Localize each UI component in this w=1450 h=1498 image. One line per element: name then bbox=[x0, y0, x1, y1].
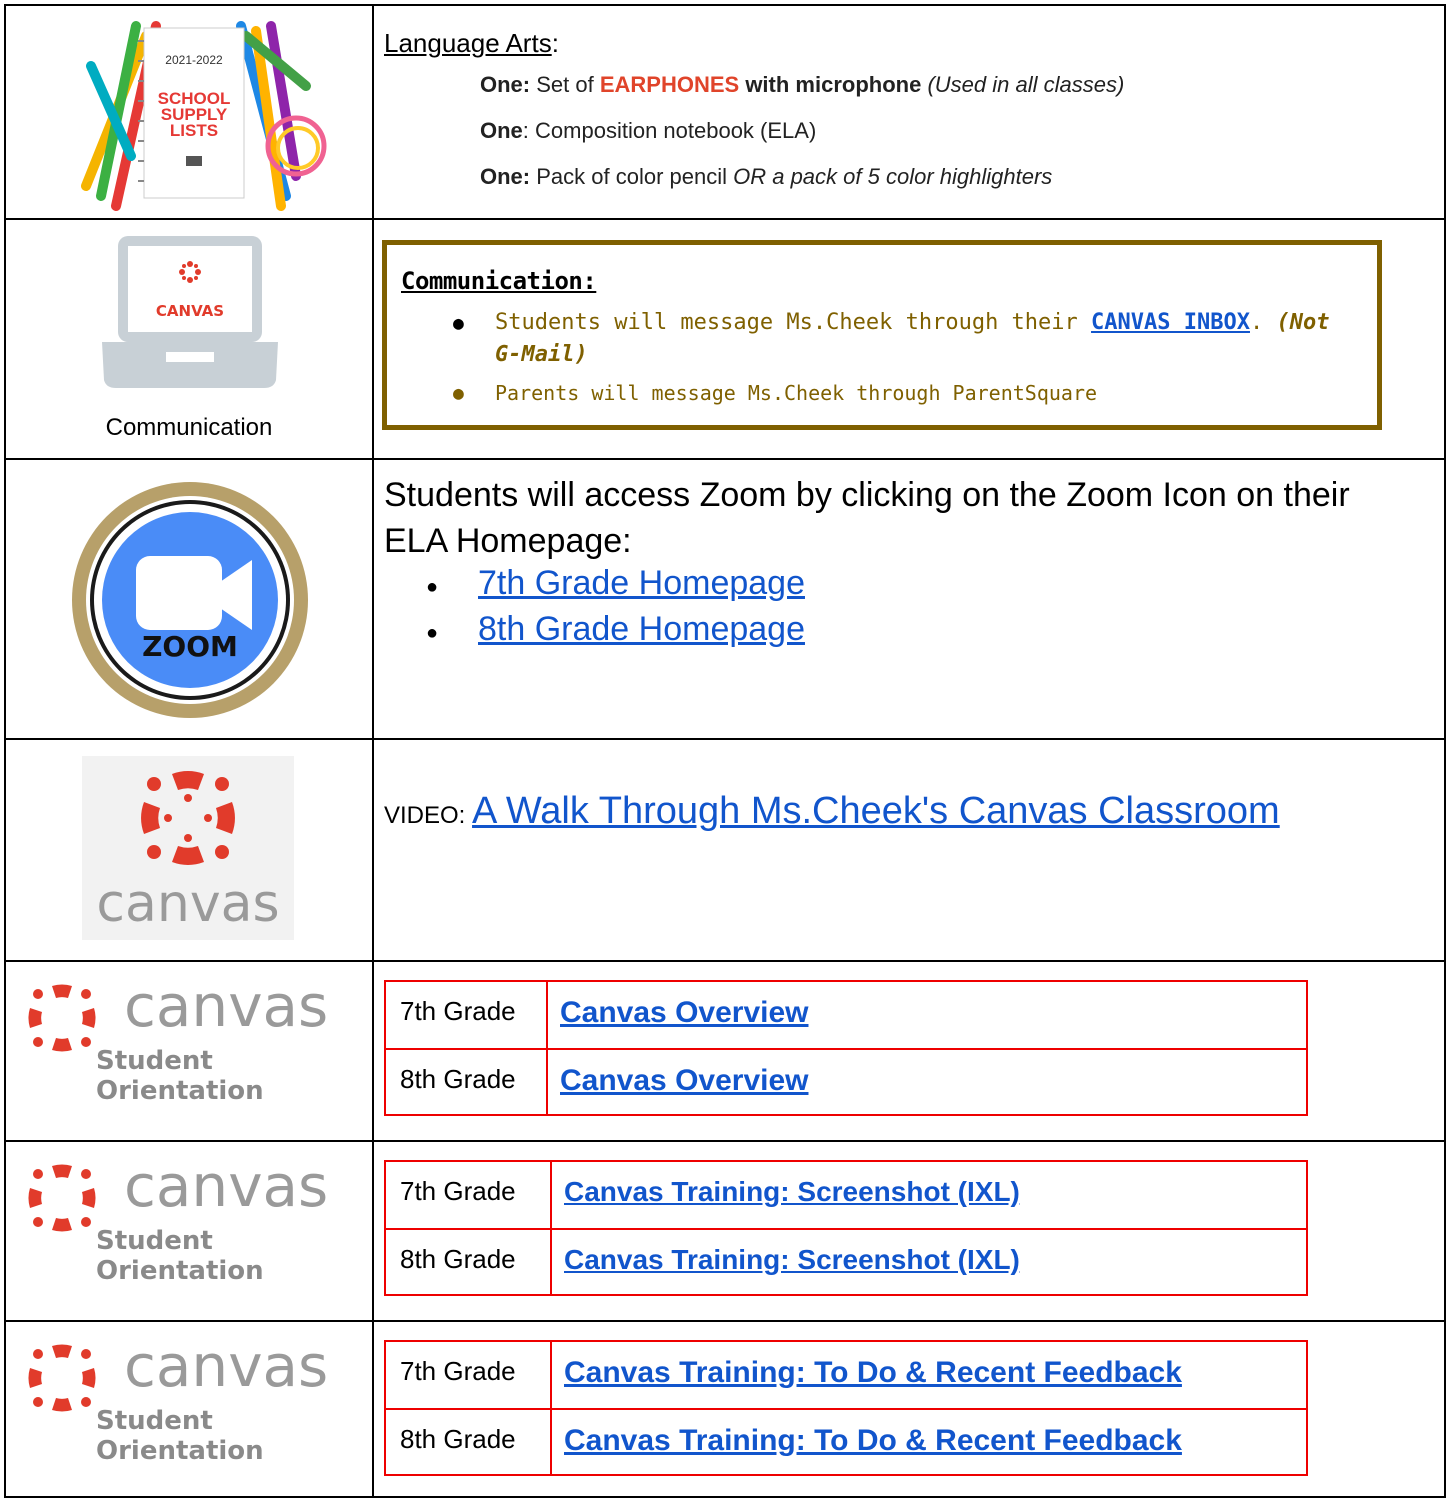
communication-title: Communication: bbox=[401, 267, 597, 295]
bullet-icon: ● bbox=[453, 313, 464, 334]
row-zoom: ZOOM Students will access Zoom by clicki… bbox=[6, 458, 1444, 738]
grade-link-cell: Canvas Training: To Do & Recent Feedback bbox=[552, 1410, 1306, 1474]
grade-row: 8th Grade Canvas Training: Screenshot (I… bbox=[386, 1228, 1306, 1294]
grade-label: 8th Grade bbox=[386, 1410, 552, 1474]
supply-table: 2021-2022 SCHOOL SUPPLY LISTS Language A… bbox=[4, 4, 1446, 1498]
todo-cell: 7th Grade Canvas Training: To Do & Recen… bbox=[374, 1322, 1444, 1496]
overview-cell: 7th Grade Canvas Overview 8th Grade Canv… bbox=[374, 962, 1444, 1140]
grade-link-cell: Canvas Training: To Do & Recent Feedback bbox=[552, 1342, 1306, 1408]
orientation-logo-cell: canvas Student Orientation bbox=[6, 962, 374, 1140]
canvas-todo-7th-link[interactable]: Canvas Training: To Do & Recent Feedback bbox=[564, 1356, 1182, 1389]
row-communication: CANVAS Communication Communication: ● St… bbox=[6, 218, 1444, 458]
communication-image-cell: CANVAS Communication bbox=[6, 220, 374, 458]
grade-row: 7th Grade Canvas Training: To Do & Recen… bbox=[386, 1342, 1306, 1408]
video-line: VIDEO: A Walk Through Ms.Cheek's Canvas … bbox=[384, 790, 1280, 832]
orientation-logo-cell: canvas Student Orientation bbox=[6, 1322, 374, 1496]
language-arts-cell: Language Arts: One: Set of EARPHONES wit… bbox=[374, 6, 1444, 218]
canvas-logo-word: canvas bbox=[124, 972, 329, 1040]
grade-row: 8th Grade Canvas Overview bbox=[386, 1048, 1306, 1114]
grade-row: 7th Grade Canvas Training: Screenshot (I… bbox=[386, 1162, 1306, 1228]
grade-table-screenshot: 7th Grade Canvas Training: Screenshot (I… bbox=[384, 1160, 1308, 1296]
student-orientation-label: Student Orientation bbox=[96, 1046, 264, 1106]
canvas-screenshot-8th-link[interactable]: Canvas Training: Screenshot (IXL) bbox=[564, 1244, 1020, 1275]
grade-link-cell: Canvas Overview bbox=[548, 982, 1306, 1048]
canvas-inbox-link[interactable]: CANVAS INBOX bbox=[1091, 310, 1250, 335]
canvas-screenshot-7th-link[interactable]: Canvas Training: Screenshot (IXL) bbox=[564, 1176, 1020, 1207]
video-cell: VIDEO: A Walk Through Ms.Cheek's Canvas … bbox=[374, 740, 1444, 960]
zoom-logo-icon: ZOOM bbox=[72, 482, 308, 718]
row-canvas-todo: canvas Student Orientation 7th Grade Can… bbox=[6, 1320, 1444, 1496]
communication-box: Communication: ● Students will message M… bbox=[382, 240, 1382, 430]
grade-link-cell: Canvas Training: Screenshot (IXL) bbox=[552, 1162, 1306, 1228]
screenshot-cell: 7th Grade Canvas Training: Screenshot (I… bbox=[374, 1142, 1444, 1320]
communication-cell: Communication: ● Students will message M… bbox=[374, 220, 1444, 458]
laptop-icon: CANVAS bbox=[102, 236, 278, 388]
grade-table-todo: 7th Grade Canvas Training: To Do & Recen… bbox=[384, 1340, 1308, 1476]
canvas-overview-7th-link[interactable]: Canvas Overview bbox=[560, 996, 808, 1029]
notebook-year: 2021-2022 bbox=[165, 53, 223, 67]
row-canvas-overview: canvas Student Orientation 7th Grade Can… bbox=[6, 960, 1444, 1140]
bullet-icon: ● bbox=[453, 383, 464, 404]
grade-label: 8th Grade bbox=[386, 1050, 548, 1114]
zoom-cell: Students will access Zoom by clicking on… bbox=[374, 460, 1444, 738]
link-8th-grade-homepage[interactable]: 8th Grade Homepage bbox=[478, 610, 805, 649]
bullet-icon: ● bbox=[426, 622, 439, 644]
notebook-title-3: LISTS bbox=[170, 121, 218, 140]
language-arts-heading: Language Arts: bbox=[384, 28, 559, 58]
orientation-logo-cell: canvas Student Orientation bbox=[6, 1142, 374, 1320]
school-supply-image: 2021-2022 SCHOOL SUPPLY LISTS bbox=[81, 21, 327, 211]
grade-table-overview: 7th Grade Canvas Overview 8th Grade Canv… bbox=[384, 980, 1308, 1116]
canvas-logo-word: canvas bbox=[124, 1332, 329, 1400]
canvas-logo-word: canvas bbox=[96, 874, 280, 934]
canvas-logo-icon bbox=[141, 771, 235, 865]
supply-item-earphones: One: Set of EARPHONES with microphone (U… bbox=[480, 72, 1125, 97]
canvas-logo-cell: canvas bbox=[6, 740, 374, 960]
zoom-image-cell: ZOOM bbox=[6, 460, 374, 738]
zoom-logo-text: ZOOM bbox=[142, 630, 238, 663]
grade-label: 8th Grade bbox=[386, 1230, 552, 1294]
grade-label: 7th Grade bbox=[386, 1342, 552, 1408]
supply-item-notebook: One: Composition notebook (ELA) bbox=[480, 118, 817, 143]
row-canvas-screenshot: canvas Student Orientation 7th Grade Can… bbox=[6, 1140, 1444, 1320]
link-7th-grade-homepage[interactable]: 7th Grade Homepage bbox=[478, 564, 805, 603]
row-video: canvas VIDEO: A Walk Through Ms.Cheek's … bbox=[6, 738, 1444, 960]
zoom-instructions: Students will access Zoom by clicking on… bbox=[384, 476, 1350, 560]
canvas-logo-tile: canvas bbox=[82, 756, 294, 940]
student-orientation-label: Student Orientation bbox=[96, 1406, 264, 1466]
student-orientation-label: Student Orientation bbox=[96, 1226, 264, 1286]
grade-label: 7th Grade bbox=[386, 1162, 552, 1228]
bullet-icon: ● bbox=[426, 576, 439, 598]
grade-link-cell: Canvas Overview bbox=[548, 1050, 1306, 1114]
grade-row: 8th Grade Canvas Training: To Do & Recen… bbox=[386, 1408, 1306, 1474]
communication-item-parents: Parents will message Ms.Cheek through Pa… bbox=[495, 381, 1098, 405]
communication-caption: Communication bbox=[105, 414, 273, 441]
supply-image-cell: 2021-2022 SCHOOL SUPPLY LISTS bbox=[6, 6, 374, 218]
grade-link-cell: Canvas Training: Screenshot (IXL) bbox=[552, 1230, 1306, 1294]
laptop-screen-label: CANVAS bbox=[156, 302, 224, 320]
row-language-arts: 2021-2022 SCHOOL SUPPLY LISTS Language A… bbox=[6, 6, 1444, 218]
canvas-todo-8th-link[interactable]: Canvas Training: To Do & Recent Feedback bbox=[564, 1424, 1182, 1457]
canvas-logo-word: canvas bbox=[124, 1152, 329, 1220]
canvas-overview-8th-link[interactable]: Canvas Overview bbox=[560, 1064, 808, 1097]
video-link[interactable]: A Walk Through Ms.Cheek's Canvas Classro… bbox=[472, 790, 1280, 832]
grade-label: 7th Grade bbox=[386, 982, 548, 1048]
supply-item-pencils: One: Pack of color pencil OR a pack of 5… bbox=[480, 164, 1053, 189]
grade-row: 7th Grade Canvas Overview bbox=[386, 982, 1306, 1048]
communication-item-students: Students will message Ms.Cheek through t… bbox=[495, 310, 1330, 367]
